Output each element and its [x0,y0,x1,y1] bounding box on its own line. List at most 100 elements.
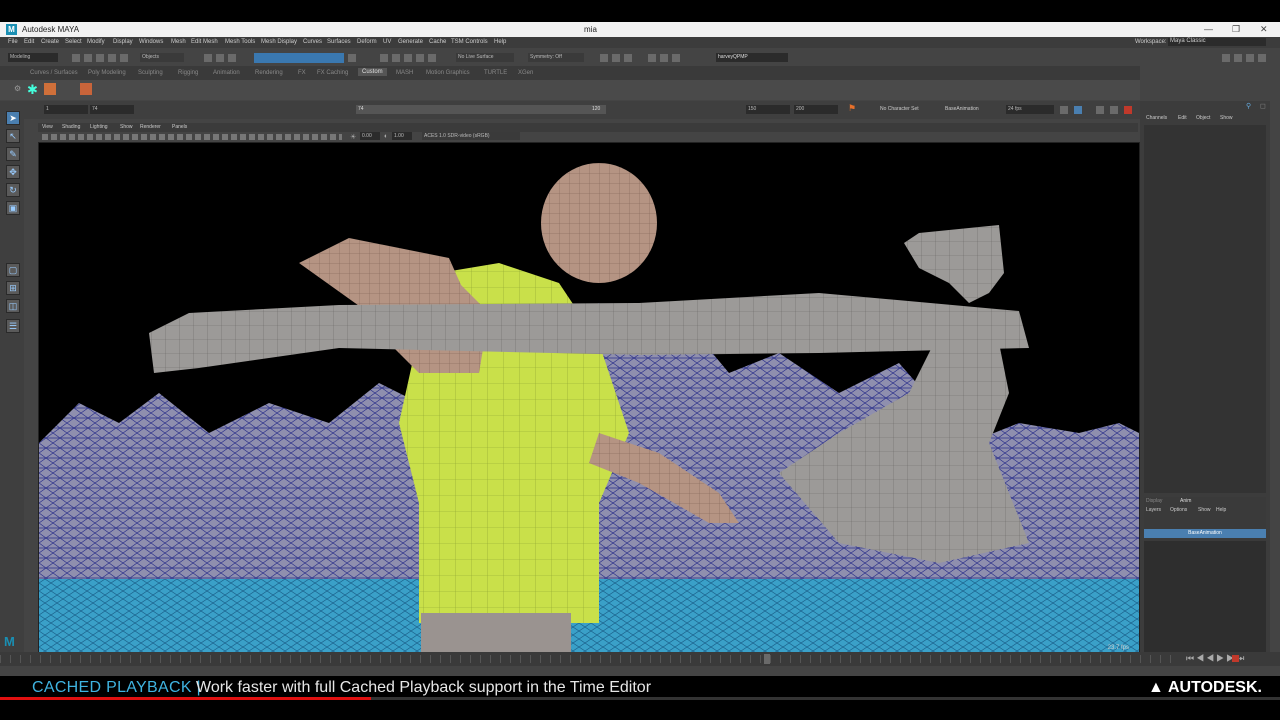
shelf-tab-mash[interactable]: MASH [396,70,413,76]
anim-layer-row[interactable]: BaseAnimation [1144,529,1266,538]
sound-icon[interactable] [1096,106,1104,114]
save-scene-icon[interactable] [96,54,104,62]
layer-tab-display[interactable]: Display [1146,498,1162,504]
loop-icon[interactable] [1060,106,1068,114]
panel-pin-icon[interactable]: ⚲ [1246,102,1251,110]
viewport-menu-shading[interactable]: Shading [62,124,80,130]
close-button[interactable]: ✕ [1260,24,1268,35]
current-time-marker[interactable] [764,654,770,664]
gamma-icon[interactable]: ◐ [384,133,388,140]
outliner-layout-icon[interactable]: ☰ [6,319,20,333]
channel-menu-show[interactable]: Show [1220,115,1233,121]
snap-grid-icon[interactable] [380,54,388,62]
menu-modify[interactable]: Modify [87,39,105,45]
shelf-tab-rigging[interactable]: Rigging [178,70,198,76]
select-object-icon[interactable] [228,54,236,62]
viewport-menu-panels[interactable]: Panels [172,124,187,130]
video-progress-bar[interactable] [0,697,1280,700]
stop-playback-icon[interactable] [1232,655,1239,662]
layer-menu-layers[interactable]: Layers [1146,507,1161,513]
rotate-tool-icon[interactable]: ↻ [6,183,20,197]
user-account-dropdown[interactable]: harveyQPMP [716,53,788,62]
lasso-tool-icon[interactable]: ↖ [6,129,20,143]
render-settings-icon[interactable] [624,54,632,62]
paint-select-tool-icon[interactable]: ✎ [6,147,20,161]
shelf-tab-fx[interactable]: FX [298,70,306,76]
tool-settings-icon[interactable] [1246,54,1254,62]
menu-display[interactable]: Display [113,39,133,45]
channel-menu-object[interactable]: Object [1196,115,1210,121]
shelf-tool-icon-2[interactable] [80,83,92,95]
open-scene-icon[interactable] [84,54,92,62]
shelf-tab-sculpting[interactable]: Sculpting [138,70,163,76]
shelf-tab-xgen[interactable]: XGen [518,70,533,76]
range-slider[interactable]: 74 120 [356,105,606,114]
menu-generate[interactable]: Generate [398,39,423,45]
viewport-menu-view[interactable]: View [42,124,53,130]
menu-cache[interactable]: Cache [429,39,446,45]
shelf-tab-animation[interactable]: Animation [213,70,240,76]
lock-icon[interactable] [348,54,356,62]
menu-tsm-controls[interactable]: TSM Controls [451,39,488,45]
animation-end-field[interactable]: 200 [794,105,838,114]
menu-surfaces[interactable]: Surfaces [327,39,351,45]
workspace-dropdown[interactable]: Maya Classic [1168,38,1266,46]
menu-edit[interactable]: Edit [24,39,34,45]
render-view-icon[interactable] [660,54,668,62]
auto-key-icon[interactable]: ⚑ [848,103,856,114]
menu-uv[interactable]: UV [383,39,391,45]
menu-mesh-tools[interactable]: Mesh Tools [225,39,255,45]
layer-menu-options[interactable]: Options [1170,507,1187,513]
menu-select[interactable]: Select [65,39,82,45]
playback-options-icon[interactable] [1110,106,1118,114]
select-component-icon[interactable] [216,54,224,62]
shelf-tool-star-icon[interactable]: ✱ [27,82,38,98]
channel-box-icon[interactable] [1258,54,1266,62]
snap-view-icon[interactable] [416,54,424,62]
menu-mesh[interactable]: Mesh [171,39,186,45]
exposure-field[interactable]: 0.00 [360,132,380,140]
four-view-layout-icon[interactable]: ⊞ [6,281,20,295]
pause-render-icon[interactable] [672,54,680,62]
range-end-field[interactable]: 150 [746,105,790,114]
viewport-toolbar-icons[interactable] [42,134,342,140]
character-set-label[interactable]: No Character Set [880,106,919,112]
channel-menu-edit[interactable]: Edit [1178,115,1187,121]
shelf-tab-turtle[interactable]: TURTLE [484,70,507,76]
viewport-menu-lighting[interactable]: Lighting [90,124,108,130]
live-surface-field[interactable]: No Live Surface [456,53,514,62]
shelf-tab-curves-surfaces[interactable]: Curves / Surfaces [30,70,78,76]
move-tool-icon[interactable]: ✥ [6,165,20,179]
snap-point-icon[interactable] [404,54,412,62]
snap-toolbar[interactable] [254,53,344,63]
menu-create[interactable]: Create [41,39,59,45]
hypershade-icon[interactable] [648,54,656,62]
minimize-button[interactable]: — [1204,24,1213,34]
start-frame-field[interactable]: 1 [44,105,88,114]
side-by-side-layout-icon[interactable]: ◫ [6,299,20,313]
new-scene-icon[interactable] [72,54,80,62]
current-range-start-field[interactable]: 74 [90,105,134,114]
menu-windows[interactable]: Windows [139,39,163,45]
menu-mesh-display[interactable]: Mesh Display [261,39,297,45]
preferences-icon[interactable] [1124,106,1132,114]
cached-playback-icon[interactable] [1074,106,1082,114]
symmetry-dropdown[interactable]: Symmetry: Off [528,53,584,62]
shelf-tab-motion-graphics[interactable]: Motion Graphics [426,70,470,76]
viewport-menu-renderer[interactable]: Renderer [140,124,161,130]
scale-tool-icon[interactable]: ▣ [6,201,20,215]
channel-menu-channels[interactable]: Channels [1146,115,1167,121]
redo-icon[interactable] [120,54,128,62]
menu-edit-mesh[interactable]: Edit Mesh [191,39,218,45]
menu-set-dropdown[interactable]: Modeling [8,53,58,62]
single-view-layout-icon[interactable]: ▢ [6,263,20,277]
shelf-tab-poly-modeling[interactable]: Poly Modeling [88,70,126,76]
undo-icon[interactable] [108,54,116,62]
ipr-render-icon[interactable] [612,54,620,62]
selection-mode-objects[interactable]: Objects [140,53,184,62]
gamma-field[interactable]: 1.00 [392,132,412,140]
snap-live-icon[interactable] [428,54,436,62]
snap-curve-icon[interactable] [392,54,400,62]
shelf-tool-icon-1[interactable] [44,83,56,95]
color-space-dropdown[interactable]: ACES 1.0 SDR-video (sRGB) [422,132,520,140]
